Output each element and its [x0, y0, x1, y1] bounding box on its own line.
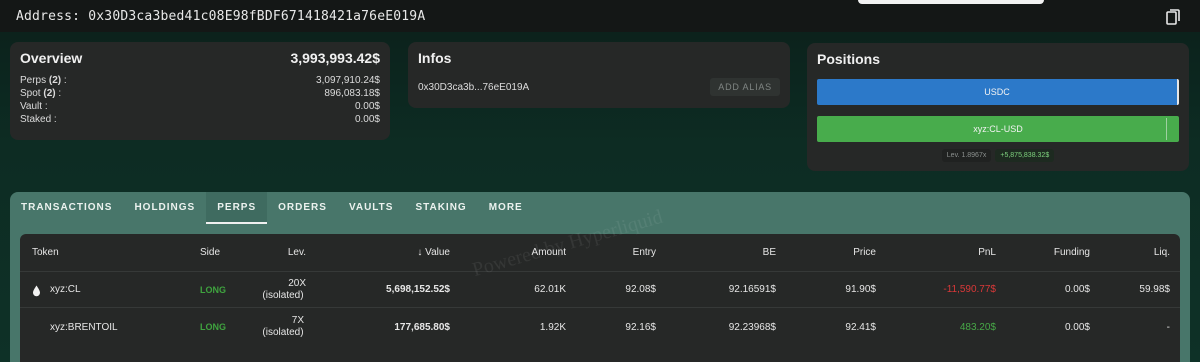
- header-pnl[interactable]: PnL: [906, 247, 996, 258]
- overview-row-vault: Vault : 0.00$: [20, 100, 380, 113]
- copy-icon[interactable]: [1166, 9, 1180, 25]
- top-overlay-strip: [858, 0, 1044, 4]
- cell-price: 91.90$: [845, 284, 876, 295]
- row-value: 896,083.18$: [324, 88, 380, 99]
- tab-holdings[interactable]: HOLDINGS: [123, 192, 206, 224]
- infos-card: Infos 0x30D3ca3b...76eE019A ADD ALIAS: [408, 42, 790, 108]
- tab-perps[interactable]: PERPS: [206, 192, 268, 224]
- cell-pnl: -11,590.77$: [943, 284, 996, 295]
- row-suffix: :: [61, 75, 67, 86]
- drop-icon: [32, 284, 41, 296]
- row-label: Spot: [20, 88, 41, 99]
- position-bar-xyz-cl[interactable]: xyz:CL-USD: [817, 116, 1179, 142]
- row-label: Staked: [20, 114, 52, 125]
- cell-be: 92.23968$: [728, 321, 776, 333]
- header-funding[interactable]: Funding: [1006, 247, 1090, 258]
- row-suffix: :: [51, 114, 57, 125]
- header-entry[interactable]: Entry: [586, 247, 656, 258]
- leverage-tag: Lev. 1.8967x: [941, 149, 992, 162]
- table-row[interactable]: xyz:CL LONG 20X (isolated) 5,698,152.52$…: [20, 272, 1180, 308]
- header-value-label: Value: [425, 247, 450, 258]
- cell-amount: 1.92K: [539, 321, 566, 333]
- row-suffix: :: [55, 88, 62, 99]
- header-be[interactable]: BE: [696, 247, 776, 258]
- cell-be: 92.16591$: [728, 284, 776, 295]
- lev-value: 20X: [288, 277, 306, 289]
- row-suffix: :: [42, 101, 48, 112]
- pnl-tag: +5,875,838.32$: [995, 149, 1055, 162]
- cell-value: 5,698,152.52$: [386, 284, 450, 295]
- row-count: (2): [43, 88, 56, 99]
- add-alias-button[interactable]: ADD ALIAS: [710, 78, 780, 96]
- overview-row-spot: Spot (2) : 896,083.18$: [20, 87, 380, 100]
- position-bar-usdc[interactable]: USDC: [817, 79, 1179, 105]
- cell-value: 177,685.80$: [394, 321, 450, 333]
- header-value[interactable]: ↓ Value: [370, 247, 450, 258]
- position-bar-label: USDC: [984, 87, 1010, 97]
- cell-token: xyz:CL: [50, 284, 81, 295]
- cell-funding: 0.00$: [1064, 284, 1090, 295]
- perps-table: Token Side Lev. ↓ Value Amount Entry BE …: [20, 234, 1180, 362]
- row-value: 0.00$: [354, 114, 380, 125]
- position-bar-marker: [1166, 118, 1167, 140]
- row-count: (2): [48, 75, 62, 86]
- infos-address: 0x30D3ca3b...76eE019A: [418, 81, 530, 93]
- positions-card: Positions USDC xyz:CL-USD Lev. 1.8967x +…: [807, 43, 1189, 171]
- tab-bar: TRANSACTIONS HOLDINGS PERPS ORDERS VAULT…: [10, 192, 1190, 224]
- header-token[interactable]: Token: [32, 247, 59, 258]
- cell-token: xyz:BRENTOIL: [50, 321, 118, 333]
- cell-side: LONG: [200, 322, 226, 332]
- sort-down-icon: ↓: [417, 247, 423, 258]
- header-lev[interactable]: Lev.: [246, 247, 306, 258]
- cell-price: 92.41$: [845, 321, 876, 333]
- address-bar: Address: 0x30D3ca3bed41c08E98fBDF6714184…: [0, 0, 1200, 32]
- cell-side: LONG: [200, 284, 226, 295]
- cell-pnl: 483.20$: [959, 321, 996, 333]
- infos-title: Infos: [418, 50, 452, 66]
- overview-row-perps: Perps (2) : 3,097,910.24$: [20, 74, 380, 87]
- cell-lev: 20X (isolated): [246, 278, 320, 302]
- positions-title: Positions: [817, 51, 881, 67]
- tab-staking[interactable]: STAKING: [404, 192, 477, 224]
- cell-liq: 59.98$: [1139, 284, 1170, 295]
- lev-value: 7X: [291, 315, 304, 326]
- position-bar-label: xyz:CL-USD: [973, 124, 1023, 134]
- cell-entry: 92.16$: [625, 321, 656, 333]
- header-side[interactable]: Side: [200, 247, 220, 258]
- address-text: Address: 0x30D3ca3bed41c08E98fBDF6714184…: [16, 8, 426, 24]
- overview-row-staked: Staked : 0.00$: [20, 113, 380, 126]
- lev-mode: (isolated): [262, 289, 304, 301]
- cell-funding: 0.00$: [1064, 321, 1090, 333]
- row-value: 3,097,910.24$: [316, 75, 380, 86]
- cell-amount: 62.01K: [534, 284, 566, 295]
- tab-transactions[interactable]: TRANSACTIONS: [10, 192, 123, 224]
- cell-lev: 7X (isolated): [246, 315, 320, 339]
- header-liq[interactable]: Liq.: [1100, 247, 1170, 258]
- lev-mode: (isolated): [262, 327, 304, 338]
- row-label: Perps: [20, 75, 47, 86]
- tab-vaults[interactable]: VAULTS: [338, 192, 405, 224]
- positions-panel: TRANSACTIONS HOLDINGS PERPS ORDERS VAULT…: [10, 192, 1190, 362]
- header-price[interactable]: Price: [796, 247, 876, 258]
- overview-title: Overview: [20, 50, 83, 66]
- tab-more[interactable]: MORE: [478, 192, 534, 224]
- tab-orders[interactable]: ORDERS: [267, 192, 338, 224]
- table-row[interactable]: xyz:BRENTOIL LONG 7X (isolated) 177,685.…: [20, 308, 1180, 346]
- overview-card: Overview 3,993,993.42$ Perps (2) : 3,097…: [10, 42, 390, 140]
- row-label: Vault: [20, 101, 43, 112]
- cell-liq: -: [1166, 321, 1170, 333]
- row-value: 0.00$: [354, 101, 380, 112]
- overview-total: 3,993,993.42$: [290, 50, 380, 66]
- cell-entry: 92.08$: [625, 284, 656, 295]
